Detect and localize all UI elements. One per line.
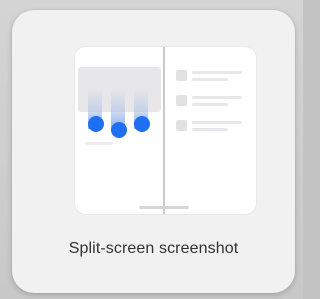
- split-screen-preview-icon: [75, 47, 256, 214]
- list-item-line: [192, 71, 242, 74]
- list-item-icon: [176, 95, 187, 106]
- blue-dot-icon: [111, 122, 127, 138]
- left-pane-preview: [75, 47, 163, 214]
- blue-dot-icon: [134, 116, 150, 132]
- list-item-icon: [176, 70, 187, 81]
- split-divider: [163, 47, 165, 214]
- home-indicator-bar: [139, 206, 189, 209]
- blue-dot-icon: [88, 116, 104, 132]
- tile-label: Split-screen screenshot: [68, 240, 239, 257]
- left-pane-text-line: [85, 142, 113, 145]
- list-item-line: [192, 96, 242, 99]
- list-item-line: [192, 121, 242, 124]
- list-item-line: [192, 78, 228, 81]
- list-item-line: [192, 103, 228, 106]
- list-item-icon: [176, 120, 187, 131]
- list-item-line: [192, 128, 228, 131]
